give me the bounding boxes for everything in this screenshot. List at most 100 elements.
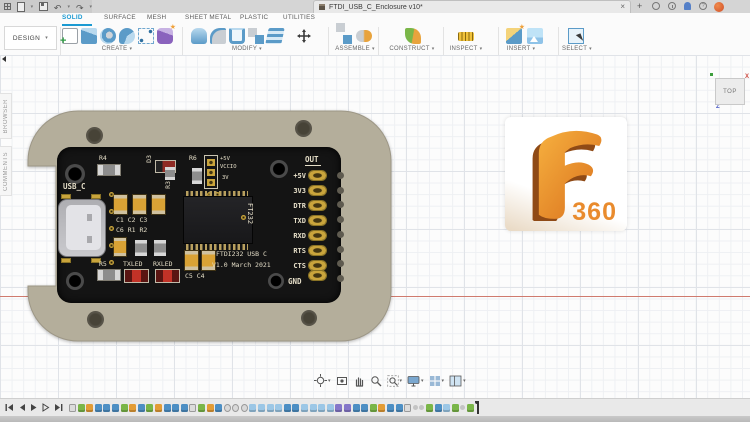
- timeline-feature-icon[interactable]: [425, 403, 433, 412]
- tab-mesh[interactable]: MESH: [147, 14, 166, 21]
- timeline-feature-icon[interactable]: [197, 403, 205, 412]
- timeline-feature-icon[interactable]: [412, 405, 418, 410]
- step-forward-icon[interactable]: [42, 403, 50, 412]
- new-component-icon[interactable]: [336, 23, 352, 44]
- offset-face-icon[interactable]: [265, 28, 285, 44]
- sweep-icon[interactable]: [119, 28, 135, 44]
- avatar[interactable]: [714, 2, 724, 12]
- timeline-feature-icon[interactable]: [249, 403, 257, 412]
- sidebar-tab-browser[interactable]: BROWSER: [0, 93, 12, 139]
- timeline-feature-icon[interactable]: [404, 403, 412, 412]
- timeline-feature-icon[interactable]: [189, 403, 197, 412]
- close-tab-button[interactable]: ×: [620, 3, 625, 11]
- zoom-icon[interactable]: [370, 375, 382, 387]
- create-group-label[interactable]: CREATE: [102, 46, 133, 52]
- notifications-icon[interactable]: [684, 2, 691, 10]
- timeline-feature-icon[interactable]: [309, 403, 317, 412]
- modify-group-label[interactable]: MODIFY: [232, 46, 262, 52]
- timeline-feature-icon[interactable]: [172, 403, 180, 412]
- create-form-icon[interactable]: [157, 23, 176, 44]
- timeline-feature-icon[interactable]: [69, 403, 76, 412]
- timeline-position-marker[interactable]: [474, 401, 479, 414]
- timeline-feature-icon[interactable]: [163, 403, 171, 412]
- tab-sheet-metal[interactable]: SHEET METAL: [185, 14, 231, 21]
- assemble-group-label[interactable]: ASSEMBLE: [335, 46, 375, 52]
- shell-icon[interactable]: [229, 28, 245, 44]
- extrude-icon[interactable]: [81, 28, 97, 44]
- viewports-icon[interactable]: ▾: [449, 375, 466, 387]
- press-pull-icon[interactable]: [191, 28, 207, 44]
- orbit-icon[interactable]: ▾: [314, 374, 331, 387]
- zoom-window-caret-icon[interactable]: ▾: [400, 378, 403, 384]
- tab-surface[interactable]: SURFACE: [104, 14, 136, 21]
- construct-group-label[interactable]: CONSTRUCT: [389, 46, 434, 52]
- timeline-feature-icon[interactable]: [443, 403, 451, 412]
- insert-group-label[interactable]: INSERT: [507, 46, 536, 52]
- move-copy-icon[interactable]: [296, 28, 312, 44]
- timeline-feature-icon[interactable]: [344, 403, 351, 412]
- timeline-feature-icon[interactable]: [451, 403, 459, 412]
- timeline-feature-icon[interactable]: [137, 403, 145, 412]
- skip-start-icon[interactable]: [5, 403, 14, 412]
- timeline-feature-icon[interactable]: [292, 403, 300, 412]
- timeline-feature-icon[interactable]: [215, 403, 223, 412]
- inspect-group-label[interactable]: INSPECT: [450, 46, 483, 52]
- timeline-feature-icon[interactable]: [111, 403, 119, 412]
- joint-icon[interactable]: [356, 30, 372, 42]
- display-settings-icon[interactable]: ▾: [407, 375, 424, 387]
- select-group-label[interactable]: SELECT: [562, 46, 592, 52]
- timeline-feature-icon[interactable]: [77, 403, 85, 412]
- revolve-icon[interactable]: [100, 28, 116, 44]
- timeline-feature-icon[interactable]: [283, 403, 291, 412]
- file-menu-icon[interactable]: [16, 1, 25, 12]
- pcb-board[interactable]: USB_C R4 R5 D3 R6 +5V VCCIO 3V R3 C1 C2 …: [57, 147, 344, 303]
- timeline-feature-icon[interactable]: [378, 403, 386, 412]
- skip-end-icon[interactable]: [54, 403, 63, 412]
- display-settings-caret-icon[interactable]: ▾: [421, 378, 424, 384]
- tab-solid[interactable]: SOLID: [62, 14, 83, 21]
- timeline-feature-icon[interactable]: [318, 403, 326, 412]
- insert-derive-icon[interactable]: [506, 23, 525, 44]
- timeline-feature-icon[interactable]: [460, 405, 466, 410]
- play-icon[interactable]: [30, 403, 38, 412]
- grid-settings-icon[interactable]: ▾: [429, 375, 444, 387]
- viewcube[interactable]: TOP: [715, 78, 745, 105]
- timeline-feature-icon[interactable]: [154, 403, 162, 412]
- timeline-feature-icon[interactable]: [146, 403, 154, 412]
- select-icon[interactable]: [568, 28, 584, 44]
- job-status-icon[interactable]: [652, 2, 660, 10]
- timeline-feature-icon[interactable]: [419, 405, 425, 410]
- timeline-feature-icon[interactable]: [352, 403, 360, 412]
- viewports-caret-icon[interactable]: ▾: [463, 378, 466, 384]
- timeline-feature-icon[interactable]: [335, 403, 343, 412]
- timeline-feature-icon[interactable]: [223, 403, 231, 412]
- orbit-caret-icon[interactable]: ▾: [328, 378, 331, 384]
- timeline-feature-icon[interactable]: [434, 403, 442, 412]
- timeline-feature-icon[interactable]: [275, 403, 283, 412]
- step-back-icon[interactable]: [18, 403, 26, 412]
- redo-caret-icon[interactable]: ▾: [90, 4, 93, 10]
- timeline-feature-icon[interactable]: [326, 403, 334, 412]
- timeline-feature-icon[interactable]: [361, 403, 369, 412]
- timeline-feature-icon[interactable]: [94, 403, 102, 412]
- timeline-feature-icon[interactable]: [369, 403, 377, 412]
- help-icon[interactable]: [699, 2, 707, 10]
- timeline-feature-icon[interactable]: [266, 403, 274, 412]
- timeline-feature-icon[interactable]: [466, 403, 474, 412]
- pattern-icon[interactable]: [138, 28, 154, 44]
- insert-canvas-icon[interactable]: [527, 28, 543, 44]
- timeline-feature-icon[interactable]: [232, 403, 240, 412]
- workspace-switcher[interactable]: DESIGN: [4, 26, 57, 50]
- document-tab[interactable]: FTDI_USB_C_Enclosure v10* ×: [313, 0, 631, 13]
- panel-collapse-arrow-icon[interactable]: [2, 56, 6, 62]
- sidebar-tab-comments[interactable]: COMMENTS: [0, 146, 12, 196]
- undo-caret-icon[interactable]: ▾: [67, 4, 70, 10]
- zoom-window-icon[interactable]: ▾: [386, 374, 403, 387]
- recent-activity-icon[interactable]: [668, 2, 676, 10]
- fillet-icon[interactable]: [210, 28, 226, 44]
- construction-plane-icon[interactable]: [405, 28, 421, 44]
- viewport-canvas[interactable]: BROWSER COMMENTS TOP X Z USB_C R4 R5 D3 …: [0, 55, 750, 398]
- timeline-feature-icon[interactable]: [180, 403, 188, 412]
- data-panel-icon[interactable]: [4, 3, 11, 10]
- save-icon[interactable]: [39, 2, 48, 11]
